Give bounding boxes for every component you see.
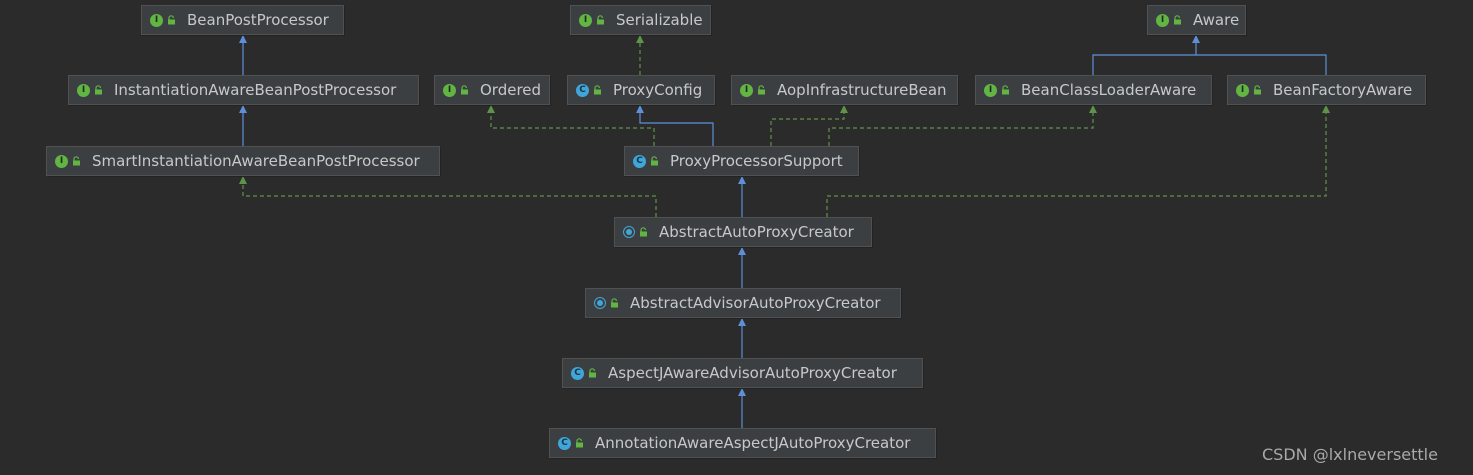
node-label: AspectJAwareAdvisorAutoProxyCreator [608,363,897,382]
node-label: InstantiationAwareBeanPostProcessor [114,80,397,99]
public-lock-icon [597,15,604,25]
public-lock-icon [589,368,596,378]
arrowhead [636,105,644,113]
interface-badge-icon: I [984,83,997,97]
public-lock-icon [1254,85,1261,95]
public-lock-icon [576,438,583,448]
node-label: BeanFactoryAware [1273,80,1413,99]
arrowhead [1089,105,1097,113]
edge-pps-to-aopinfra [770,105,845,146]
interface-badge-icon: I [150,13,163,27]
node-aopinfrastructurebean[interactable]: I AopInfrastructureBean [731,75,958,105]
node-proxyprocessorsupport[interactable]: C ProxyProcessorSupport [624,146,859,176]
public-lock-icon [73,156,80,166]
edge-pps-to-proxycfg [639,105,714,146]
interface-badge-icon: I [579,13,592,27]
public-lock-icon [461,85,468,95]
interface-badge-icon: I [77,83,90,97]
arrowhead [1322,105,1330,113]
edge-bfa-to-aware [1196,54,1327,75]
edge-bcla-to-aware [1092,35,1197,75]
node-label: Aware [1193,10,1240,29]
public-lock-icon [758,85,765,95]
class-badge-icon: C [558,436,571,450]
node-label: AnnotationAwareAspectJAutoProxyCreator [595,433,911,452]
arrowhead [738,318,746,326]
edge-aapc-to-bfa [826,105,1327,217]
edge-aapc-to-siabpp [242,176,657,217]
watermark: CSDN @lxlneversettle [1262,445,1438,464]
node-beanclassloaderaware[interactable]: I BeanClassLoaderAware [975,75,1212,105]
node-annotationawareaspectjautoproxycreator[interactable]: C AnnotationAwareAspectJAutoProxyCreator [549,428,936,458]
class-badge-icon: C [576,83,589,97]
node-label: Serializable [616,10,703,29]
arrowhead [738,176,746,184]
edge-pps-to-ordered [490,105,655,146]
public-lock-icon [168,15,175,25]
public-lock-icon [95,85,102,95]
node-label: Ordered [480,80,542,99]
node-label: ProxyProcessorSupport [670,151,843,170]
interface-badge-icon: I [740,83,753,97]
uml-diagram-canvas: I BeanPostProcessor I Serializable I Awa… [0,0,1473,475]
arrowhead [840,105,848,113]
node-label: BeanClassLoaderAware [1021,80,1197,99]
node-label: AopInfrastructureBean [777,80,947,99]
edge-pps-to-bcla [828,105,1094,146]
node-beanpostprocessor[interactable]: I BeanPostProcessor [141,5,344,35]
node-proxyconfig[interactable]: C ProxyConfig [567,75,715,105]
node-serializable[interactable]: I Serializable [570,5,711,35]
arrowhead [239,105,247,113]
node-label: AbstractAutoProxyCreator [659,222,854,241]
class-badge-icon: C [571,366,584,380]
arrowhead [738,247,746,255]
interface-badge-icon: I [1236,83,1249,97]
node-beanfactoryaware[interactable]: I BeanFactoryAware [1227,75,1426,105]
node-label: SmartInstantiationAwareBeanPostProcessor [92,151,420,170]
public-lock-icon [640,227,647,237]
abstract-class-badge-icon [594,297,606,309]
node-ordered[interactable]: I Ordered [434,75,550,105]
abstract-class-badge-icon [623,226,635,238]
interface-badge-icon: I [1156,13,1169,27]
node-label: AbstractAdvisorAutoProxyCreator [630,293,881,312]
public-lock-icon [1174,15,1181,25]
public-lock-icon [594,85,601,95]
node-abstractadvisorautoproxycreator[interactable]: AbstractAdvisorAutoProxyCreator [585,288,901,318]
node-label: ProxyConfig [613,80,703,99]
interface-badge-icon: I [443,83,456,97]
arrowhead [487,105,495,113]
node-instantiationawarebeanpostprocessor[interactable]: I InstantiationAwareBeanPostProcessor [68,75,419,105]
public-lock-icon [611,298,618,308]
interface-badge-icon: I [55,154,68,168]
node-aware[interactable]: I Aware [1147,5,1246,35]
public-lock-icon [651,156,658,166]
arrowhead [738,388,746,396]
node-aspectjawareadvisorautoproxycreator[interactable]: C AspectJAwareAdvisorAutoProxyCreator [562,358,923,388]
arrowhead [239,176,247,184]
node-label: BeanPostProcessor [187,10,329,29]
arrowhead [636,35,644,43]
public-lock-icon [1002,85,1009,95]
arrowhead [1192,35,1200,43]
node-smartinstantiationawarebeanpostprocessor[interactable]: I SmartInstantiationAwareBeanPostProcess… [46,146,440,176]
arrowhead [239,35,247,43]
class-badge-icon: C [633,154,646,168]
node-abstractautoproxycreator[interactable]: AbstractAutoProxyCreator [614,217,872,247]
